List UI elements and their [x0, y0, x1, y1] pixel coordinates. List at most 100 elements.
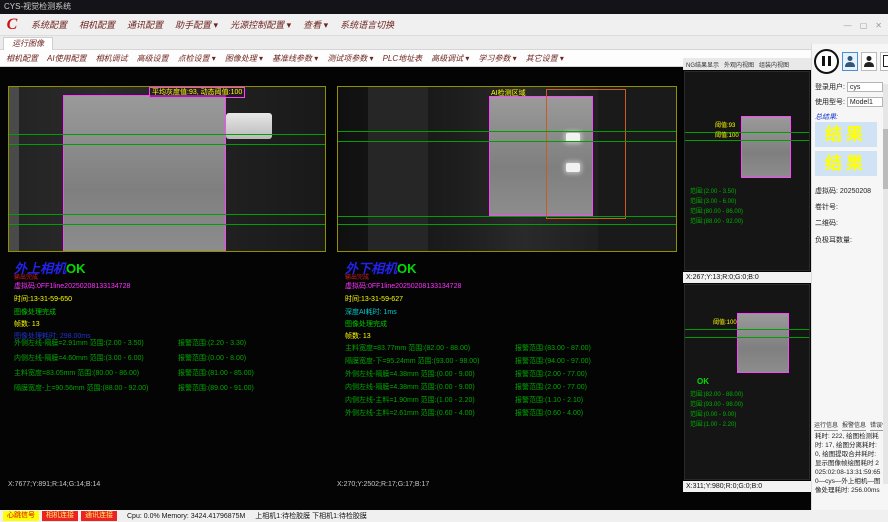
pause-button[interactable] — [814, 49, 839, 74]
preview2-view[interactable]: 阈值:100 OK 范围:(82.00 - 88.00) 范围:(93.00 -… — [684, 284, 810, 480]
preview1-result-line: 范围:(88.00 - 92.00) — [690, 218, 743, 226]
tool-learning-params[interactable]: 学习参数 ▾ — [478, 53, 516, 64]
admin-user-button[interactable] — [861, 52, 877, 71]
preview1-product-region — [741, 116, 791, 178]
tab-count-label: 负极耳数量: — [815, 235, 852, 245]
login-user-row: 登录用户: cys — [815, 82, 883, 92]
measure-value: 主料宽度=83.77mm 范围:(82.00 - 88.00) — [345, 345, 470, 352]
camera2-bright-spot — [566, 163, 580, 172]
sidebar-scrollbar[interactable] — [883, 84, 888, 484]
camera1-status: OK — [66, 261, 86, 276]
info-tabs: 运行信息 报警信息 错误信息 — [814, 420, 888, 431]
app-logo-icon: C — [3, 16, 21, 34]
menu-view[interactable]: 查看 ▾ — [303, 18, 328, 31]
menu-comm-config[interactable]: 通讯配置 — [127, 18, 163, 31]
preview-tabs: NG结果显示 外观内视图 组装内视图 — [683, 58, 811, 70]
login-user-label: 登录用户: — [815, 84, 845, 91]
camera1-left-band — [9, 87, 19, 251]
close-icon[interactable]: ✕ — [875, 21, 882, 30]
heartbeat-badge: 心跳信号 — [3, 511, 39, 521]
model-field[interactable]: Model1 — [847, 97, 883, 107]
camera2-measure-row: 隔膜宽度-下=95.24mm 范围:(93.00 - 98.00) — [345, 356, 479, 369]
alarm-range: 报警范围:(89.00 - 91.00) — [178, 385, 254, 392]
tool-baseline-params[interactable]: 基准线参数 ▾ — [272, 53, 318, 64]
tool-spot-check[interactable]: 点检设置 ▾ — [178, 53, 216, 64]
pause-icon — [822, 56, 825, 66]
tab-run-info[interactable]: 运行信息 — [814, 420, 838, 431]
camera2-view[interactable]: AI检测区域 — [337, 86, 677, 252]
measure-value: 外侧左线-隔膜=4.38mm 范围:(0.00 - 9.00) — [345, 371, 475, 378]
tab-alarm-info[interactable]: 报警信息 — [842, 420, 866, 431]
menu-language-switch[interactable]: 系统语言切换 — [340, 18, 394, 31]
window-title: CYS-视觉检测系统 — [4, 2, 71, 11]
tool-test-params[interactable]: 测试项参数 ▾ — [327, 53, 373, 64]
camera2-ai-time: 深度AI耗时: 1ms — [345, 307, 397, 317]
camera1-measure-line — [9, 144, 325, 145]
preview1-measure-line — [685, 132, 809, 133]
measure-value: 主料宽度=83.05mm 范围:(80.00 - 86.00) — [14, 370, 139, 377]
camera1-measure-line — [9, 134, 325, 135]
preview2-result-line: 范围:(1.00 - 2.20) — [690, 421, 736, 429]
measure-value: 隔膜宽度-下=95.24mm 范围:(93.00 - 98.00) — [345, 358, 479, 365]
virtual-code-label: 虚拟码: — [815, 188, 838, 195]
minimize-icon[interactable]: — — [844, 21, 852, 30]
app-window: CYS-视觉检测系统 C 系统配置 相机配置 通讯配置 助手配置 ▾ 光源控制配… — [0, 0, 888, 522]
preview-tab-assembly-view[interactable]: 组装内视图 — [759, 60, 789, 69]
preview1-threshold-overlay: 阈值:100 — [715, 132, 739, 140]
camera1-time: 时间:13-31-59-650 — [14, 294, 72, 304]
tool-camera-config[interactable]: 相机配置 — [6, 53, 38, 64]
menu-light-control[interactable]: 光源控制配置 ▾ — [230, 18, 291, 31]
camera-connect-badge: 相机连接 — [42, 511, 78, 521]
camera1-view[interactable]: 平均灰度值:93, 动态阈值:100 — [8, 86, 326, 252]
result-badge-2: 结果 — [815, 151, 877, 176]
preview-tab-ng-result[interactable]: NG结果显示 — [686, 60, 719, 69]
user-icon — [845, 55, 855, 67]
camera2-measure-row: 主料宽度=83.77mm 范围:(82.00 - 88.00) — [345, 343, 470, 356]
scrollbar-thumb[interactable] — [883, 129, 888, 189]
camera1-done: 图像处理完成 — [14, 307, 56, 317]
menu-bar: C 系统配置 相机配置 通讯配置 助手配置 ▾ 光源控制配置 ▾ 查看 ▾ 系统… — [0, 14, 888, 36]
preview1-view[interactable]: 阈值:93 阈值:100 范围:(2.00 - 3.50) 范围:(3.00 -… — [684, 71, 810, 271]
exit-door-icon — [883, 55, 888, 67]
control-sidebar: 登录用户: cys 使用型号: Model1 总结果: 结果 结果 虚拟码: 2… — [811, 44, 888, 510]
tool-plc-address[interactable]: PLC地址表 — [383, 53, 423, 64]
camera1-measure-row: 内侧左线-隔膜=4.60mm 范围:(3.00 - 6.00) — [14, 353, 144, 366]
menu-assistant-config[interactable]: 助手配置 ▾ — [175, 18, 218, 31]
camera1-barcode: 虚拟码:0FF1line20250208133134728 — [14, 281, 130, 291]
alarm-range: 报警范围:(2.20 - 3.30) — [178, 340, 246, 347]
sidebar-button-row — [814, 47, 888, 75]
camera2-measure-row: 内侧左线-主料=1.90mm 范围:(1.00 - 2.20) — [345, 395, 475, 408]
tool-camera-debug[interactable]: 相机调试 — [96, 53, 128, 64]
camera1-subtext: 输出完成 — [14, 272, 38, 281]
measure-value: 外侧左线-隔膜=2.91mm 范围:(2.00 - 3.50) — [14, 340, 144, 347]
preview-tab-outer-view[interactable]: 外观内视图 — [724, 60, 754, 69]
preview2-measure-line — [685, 337, 809, 338]
camera2-ai-overlay: AI检测区域 — [491, 88, 526, 98]
login-user-field[interactable]: cys — [847, 82, 883, 92]
maximize-icon[interactable]: ▢ — [860, 21, 868, 30]
tool-advanced-debug[interactable]: 高级调试 ▾ — [431, 53, 469, 64]
tool-image-processing[interactable]: 图像处理 ▾ — [225, 53, 263, 64]
tab-strip: 运行图像 — [0, 36, 888, 50]
menu-camera-config[interactable]: 相机配置 — [79, 18, 115, 31]
tool-advanced-settings[interactable]: 高级设置 — [137, 53, 169, 64]
camera1-alarm-row: 报警范围:(81.00 - 85.00) — [178, 368, 254, 381]
title-bar: CYS-视觉检测系统 — [0, 0, 888, 14]
cpu-memory-status: Cpu: 0.0% Memory: 3424.41796875M — [127, 513, 245, 520]
tool-other-settings[interactable]: 其它设置 ▾ — [526, 53, 564, 64]
alarm-range: 报警范围:(81.00 - 85.00) — [178, 370, 254, 377]
camera-status-text: 上相机1:待检胶膜 下相机1:待检胶膜 — [255, 511, 367, 521]
camera2-alarm-row: 报警范围:(0.60 - 4.00) — [515, 408, 583, 421]
tab-run-image[interactable]: 运行图像 — [3, 37, 53, 50]
menu-system-config[interactable]: 系统配置 — [31, 18, 67, 31]
tool-ai-config[interactable]: AI使用配置 — [47, 53, 87, 64]
camera1-measure-row: 主料宽度=83.05mm 范围:(80.00 - 86.00) — [14, 368, 139, 381]
operator-login-button[interactable] — [842, 52, 858, 71]
preview2-cursor-coord: X:311;Y:980;R:0;G:0;B:0 — [683, 481, 811, 492]
result-badge-1: 结果 — [815, 122, 877, 147]
camera2-machinery — [368, 87, 428, 251]
camera2-alarm-row: 报警范围:(1.10 - 2.10) — [515, 395, 583, 408]
camera1-measure-row: 隔膜宽度-上=90.56mm 范围:(88.00 - 92.00) — [14, 383, 148, 396]
logout-button[interactable] — [880, 52, 888, 71]
camera2-subtext: 输出完成 — [345, 272, 369, 281]
